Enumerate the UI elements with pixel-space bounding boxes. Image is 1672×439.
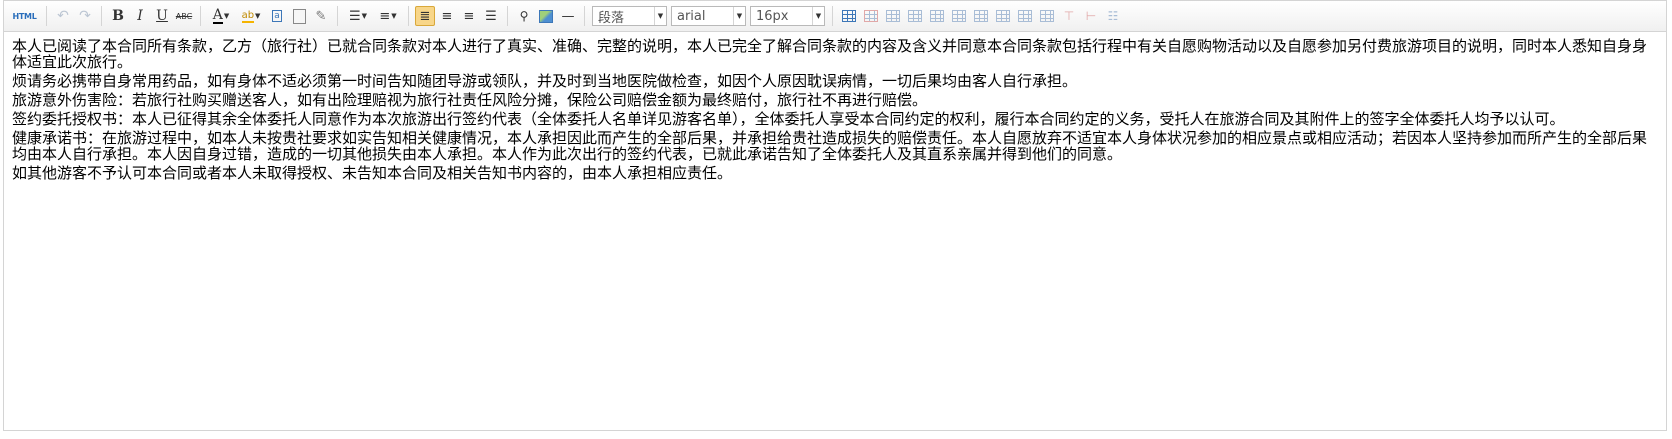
html-source-button[interactable]: HTML [9, 6, 40, 26]
align-left-button[interactable]: ≣ [415, 6, 435, 26]
toolbar-divider [200, 6, 201, 26]
font-size-value: 16px [756, 8, 789, 24]
insert-column-button[interactable] [949, 6, 969, 26]
insert-row-button[interactable] [905, 6, 925, 26]
delete-column-button[interactable] [971, 6, 991, 26]
split-columns-button[interactable]: ☷ [1103, 6, 1123, 26]
align-justify-button[interactable]: ☰ [481, 6, 501, 26]
document-icon [292, 8, 306, 24]
paragraph[interactable]: 签约委托授权书：本人已征得其余全体委托人同意作为本次旅游出行签约代表（全体委托人… [12, 111, 1658, 127]
eraser-icon: ✎ [315, 8, 327, 24]
paste-plain-button[interactable] [289, 6, 309, 26]
autotypeset-button[interactable]: a [267, 6, 287, 26]
merge-down-icon [1040, 10, 1054, 22]
html-source-icon: HTML [12, 11, 37, 21]
split-rows-icon: ⊢ [1085, 9, 1097, 23]
font-family-value: arial [677, 8, 706, 24]
unordered-list-button[interactable]: ☰ ▼ [344, 6, 372, 26]
align-justify-icon: ☰ [485, 8, 497, 24]
paragraph[interactable]: 本人已阅读了本合同所有条款，乙方（旅行社）已就合同条款对本人进行了真实、准确、完… [12, 38, 1658, 70]
align-right-icon: ≡ [463, 8, 475, 24]
align-center-icon: ≡ [441, 8, 453, 24]
chevron-down-icon: ▼ [654, 7, 666, 25]
font-color-icon: A [212, 6, 223, 24]
chevron-down-icon: ▼ [391, 12, 397, 20]
undo-button[interactable]: ↶ [53, 6, 73, 26]
horizontal-rule-icon: — [561, 8, 575, 24]
chevron-down-icon: ▼ [361, 12, 368, 20]
table-icon [842, 10, 856, 22]
split-columns-icon: ☷ [1107, 9, 1119, 23]
table-paragraph-icon [886, 10, 900, 22]
align-left-icon: ≣ [419, 8, 431, 24]
search-replace-button[interactable]: ⚲ [514, 6, 534, 26]
font-family-select[interactable]: arial ▼ [671, 6, 746, 26]
paragraph-format-value: 段落 [598, 10, 625, 26]
merge-cells-button[interactable] [993, 6, 1013, 26]
delete-table-button[interactable] [861, 6, 881, 26]
paragraph[interactable]: 如其他游客不予认可本合同或者本人未取得授权、未告知本合同及相关告知书内容的，由本… [12, 165, 1658, 181]
toolbar-divider [337, 6, 338, 26]
underline-button[interactable]: U [152, 6, 172, 26]
chevron-down-icon: ▼ [223, 12, 230, 20]
ordered-list-button[interactable]: ≡ ▼ [374, 6, 402, 26]
merge-right-button[interactable] [1015, 6, 1035, 26]
split-rows-button[interactable]: ⊢ [1081, 6, 1101, 26]
underline-icon: U [156, 8, 168, 24]
bold-button[interactable]: B [108, 6, 128, 26]
insert-row-icon [908, 10, 922, 22]
highlight-icon: ab [241, 9, 255, 23]
toolbar-divider [46, 6, 47, 26]
insert-paragraph-before-table-button[interactable] [883, 6, 903, 26]
align-center-button[interactable]: ≡ [437, 6, 457, 26]
delete-table-icon [864, 10, 878, 22]
toolbar-divider [584, 6, 585, 26]
numbered-list-icon: ≡ [379, 8, 391, 24]
insert-table-button[interactable] [839, 6, 859, 26]
toolbar-divider [101, 6, 102, 26]
strikethrough-button[interactable]: ABC [174, 6, 194, 26]
clear-format-button[interactable]: ✎ [311, 6, 331, 26]
autotypeset-icon: a [272, 10, 282, 22]
chevron-down-icon: ▼ [812, 7, 824, 25]
image-icon [539, 9, 553, 23]
toolbar-divider [832, 6, 833, 26]
merge-down-button[interactable] [1037, 6, 1057, 26]
insert-column-icon [952, 10, 966, 22]
split-cells-button[interactable]: ⊤ [1059, 6, 1079, 26]
editor-content[interactable]: 本人已阅读了本合同所有条款，乙方（旅行社）已就合同条款对本人进行了真实、准确、完… [4, 32, 1666, 430]
paragraph-format-select[interactable]: 段落 ▼ [592, 6, 667, 26]
merge-cells-icon [996, 10, 1010, 22]
undo-icon: ↶ [57, 8, 69, 24]
horizontal-rule-button[interactable]: — [558, 6, 578, 26]
bullet-list-icon: ☰ [348, 8, 361, 24]
strikethrough-icon: ABC [175, 11, 193, 21]
redo-button[interactable]: ↷ [75, 6, 95, 26]
background-color-button[interactable]: ab ▼ [237, 6, 265, 26]
chevron-down-icon: ▼ [733, 7, 745, 25]
redo-icon: ↷ [79, 8, 91, 24]
merge-right-icon [1018, 10, 1032, 22]
delete-column-icon [974, 10, 988, 22]
editor-toolbar: HTML ↶ ↷ B I U ABC A ▼ ab ▼ a ✎ ☰ ▼ ≡ ▼ ≣ ≡ … [4, 1, 1666, 32]
bold-icon: B [112, 8, 124, 24]
delete-row-button[interactable] [927, 6, 947, 26]
delete-row-icon [930, 10, 944, 22]
binoculars-icon: ⚲ [519, 9, 529, 23]
font-color-button[interactable]: A ▼ [207, 6, 235, 26]
toolbar-divider [507, 6, 508, 26]
paragraph[interactable]: 烦请务必携带自身常用药品，如有身体不适必须第一时间告知随团导游或领队，并及时到当… [12, 73, 1658, 89]
toolbar-divider [408, 6, 409, 26]
insert-image-button[interactable] [536, 6, 556, 26]
italic-icon: I [137, 8, 143, 24]
paragraph[interactable]: 旅游意外伤害险：若旅行社购买赠送客人，如有出险理赔视为旅行社责任风险分摊，保险公… [12, 92, 1658, 108]
paragraph[interactable]: 健康承诺书：在旅游过程中，如本人未按贵社要求如实告知相关健康情况，本人承担因此而… [12, 130, 1658, 162]
split-cells-icon: ⊤ [1063, 9, 1075, 23]
font-size-select[interactable]: 16px ▼ [750, 6, 825, 26]
chevron-down-icon: ▼ [255, 12, 261, 20]
italic-button[interactable]: I [130, 6, 150, 26]
rich-text-editor: HTML ↶ ↷ B I U ABC A ▼ ab ▼ a ✎ ☰ ▼ ≡ ▼ ≣ ≡ … [3, 0, 1667, 431]
align-right-button[interactable]: ≡ [459, 6, 479, 26]
